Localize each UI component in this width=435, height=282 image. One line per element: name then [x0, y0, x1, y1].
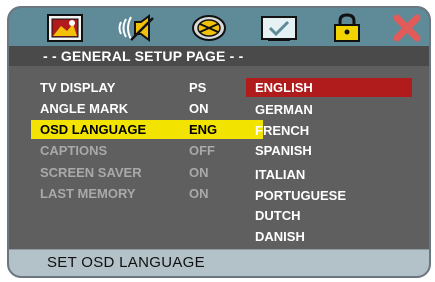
exit-icon[interactable] — [387, 13, 427, 43]
setting-label: TV DISPLAY — [40, 80, 116, 95]
video-setup-icon[interactable] — [189, 13, 229, 43]
general-setup-icon[interactable] — [45, 13, 85, 43]
language-label: ITALIAN — [255, 167, 306, 182]
password-lock-icon[interactable] — [327, 13, 367, 43]
setting-row-last-memory: LAST MEMORY ON — [31, 184, 263, 203]
setting-label: OSD LANGUAGE — [40, 122, 147, 137]
setting-value: ON — [189, 186, 209, 201]
setup-menu-window: - - GENERAL SETUP PAGE - - TV DISPLAY PS… — [7, 6, 431, 278]
language-option-italian[interactable]: ITALIAN — [246, 165, 412, 184]
page-title: - - GENERAL SETUP PAGE - - — [43, 48, 244, 64]
setting-label: CAPTIONS — [40, 143, 108, 158]
language-label: PORTUGUESE — [255, 188, 347, 203]
setting-label: SCREEN SAVER — [40, 165, 142, 180]
language-label: GERMAN — [255, 102, 313, 117]
setting-label: ANGLE MARK — [40, 101, 129, 116]
setting-row-captions: CAPTIONS OFF — [31, 141, 263, 160]
setting-value: ON — [189, 101, 209, 116]
preference-icon[interactable] — [259, 13, 299, 43]
setting-row-osd-language[interactable]: OSD LANGUAGE ENG — [31, 120, 263, 139]
language-label: DUTCH — [255, 208, 301, 223]
language-option-dutch[interactable]: DUTCH — [246, 206, 412, 225]
language-label: FRENCH — [255, 123, 310, 138]
setup-toolbar — [9, 8, 429, 46]
setting-row-screen-saver: SCREEN SAVER ON — [31, 163, 263, 182]
page-header: - - GENERAL SETUP PAGE - - — [9, 46, 429, 66]
language-label: ENGLISH — [255, 80, 313, 95]
setting-value: PS — [189, 80, 207, 95]
language-label: SPANISH — [255, 143, 312, 158]
status-bar: SET OSD LANGUAGE — [9, 249, 429, 276]
language-option-spanish[interactable]: SPANISH — [246, 141, 412, 160]
setting-label: LAST MEMORY — [40, 186, 136, 201]
language-option-danish[interactable]: DANISH — [246, 227, 412, 246]
setting-value: ENG — [189, 122, 218, 137]
language-option-portuguese[interactable]: PORTUGUESE — [246, 186, 412, 205]
setting-value: OFF — [189, 143, 215, 158]
setting-value: ON — [189, 165, 209, 180]
setting-row-tv-display[interactable]: TV DISPLAY PS — [31, 78, 263, 97]
language-option-german[interactable]: GERMAN — [246, 100, 412, 119]
language-option-french[interactable]: FRENCH — [246, 121, 412, 140]
audio-setup-icon[interactable] — [117, 13, 157, 43]
status-hint: SET OSD LANGUAGE — [47, 254, 205, 271]
language-option-english[interactable]: ENGLISH — [246, 78, 412, 97]
setting-row-angle-mark[interactable]: ANGLE MARK ON — [31, 99, 263, 118]
language-label: DANISH — [255, 229, 305, 244]
